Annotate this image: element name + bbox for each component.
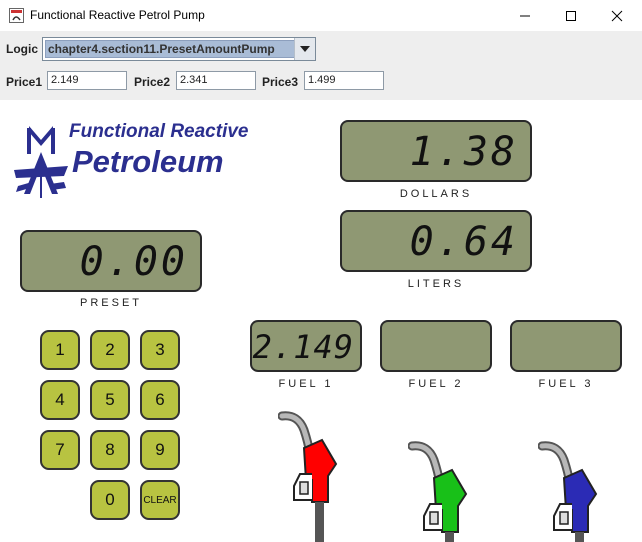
fuel2-label: FUEL 2 [408, 378, 464, 390]
liters-label: LITERS [407, 278, 465, 290]
maximize-icon [566, 10, 576, 21]
preset-value: 0.00 [79, 239, 188, 285]
key-1-button[interactable]: 1 [40, 330, 80, 370]
clear-button[interactable]: CLEAR [140, 480, 180, 520]
nozzle-body [293, 438, 338, 503]
minimize-button[interactable] [502, 0, 548, 31]
fuel1-value: 2.149 [252, 328, 354, 366]
key-2-button[interactable]: 2 [90, 330, 130, 370]
liters-value: 0.64 [409, 219, 518, 265]
logo-text-line2: Petroleum [72, 144, 224, 179]
logo-text-line1: Functional Reactive [69, 121, 249, 142]
key-9-button[interactable]: 9 [140, 430, 180, 470]
chevron-down-icon [300, 46, 310, 52]
window-title: Functional Reactive Petrol Pump [30, 8, 205, 22]
liters-display: 0.64 [340, 210, 532, 272]
key-7-button[interactable]: 7 [40, 430, 80, 470]
key-6-button[interactable]: 6 [140, 380, 180, 420]
fuel3-label: FUEL 3 [538, 378, 594, 390]
fuel-nozzle-2[interactable] [408, 440, 470, 542]
java-app-icon [9, 8, 24, 23]
close-icon [611, 10, 623, 21]
price1-label: Price1 [6, 75, 43, 89]
dropdown-arrow-button[interactable] [294, 38, 315, 60]
logic-selected-value: chapter4.section11.PresetAmountPump [45, 40, 295, 58]
price2-field[interactable]: 2.341 [176, 71, 256, 90]
preset-display: 0.00 [20, 230, 202, 292]
dollars-value: 1.38 [409, 129, 518, 175]
key-5-button[interactable]: 5 [90, 380, 130, 420]
fuel1-label: FUEL 1 [278, 378, 334, 390]
price3-field[interactable]: 1.499 [304, 71, 384, 90]
nozzle-body [553, 468, 598, 533]
dollars-label: DOLLARS [399, 188, 473, 200]
key-8-button[interactable]: 8 [90, 430, 130, 470]
logic-select[interactable]: chapter4.section11.PresetAmountPump [42, 37, 316, 61]
key-0-button[interactable]: 0 [90, 480, 130, 520]
close-button[interactable] [594, 0, 640, 31]
price2-label: Price2 [134, 75, 171, 89]
price3-label: Price3 [262, 75, 299, 89]
fuel-nozzle-3[interactable] [538, 440, 600, 542]
petroleum-logo-emblem [14, 126, 68, 198]
maximize-button[interactable] [548, 0, 594, 31]
dollars-display: 1.38 [340, 120, 532, 182]
key-3-button[interactable]: 3 [140, 330, 180, 370]
fuel2-display [380, 320, 492, 372]
price1-field[interactable]: 2.149 [47, 71, 127, 90]
fuel-nozzle-1[interactable] [278, 410, 340, 542]
minimize-icon [520, 15, 530, 16]
fuel3-display [510, 320, 622, 372]
nozzle-body [423, 468, 468, 533]
title-bar: Functional Reactive Petrol Pump [0, 0, 642, 31]
logic-label: Logic [6, 42, 38, 56]
preset-label: PRESET [79, 297, 142, 309]
fuel1-display: 2.149 [250, 320, 362, 372]
key-4-button[interactable]: 4 [40, 380, 80, 420]
